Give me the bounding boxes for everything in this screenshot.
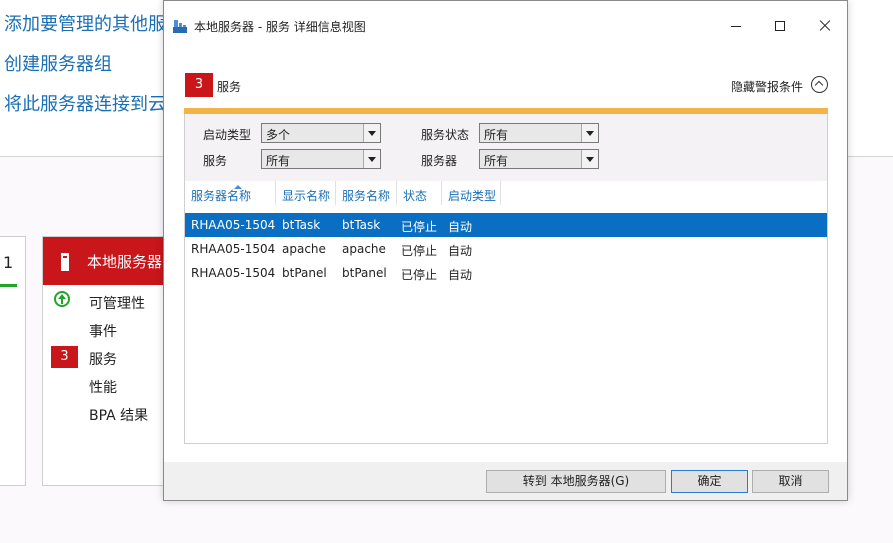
cell-startup-type: 自动	[448, 268, 473, 282]
table-row[interactable]: RHAA05-1504 apache apache 已停止 自动	[185, 237, 827, 261]
tile-number: 1	[3, 253, 14, 272]
column-separator[interactable]	[441, 181, 442, 205]
close-button[interactable]	[809, 11, 841, 41]
startup-type-label: 启动类型	[203, 128, 252, 142]
chevron-down-icon[interactable]	[363, 150, 380, 168]
cell-status: 已停止	[401, 268, 438, 282]
table-row[interactable]: RHAA05-1504 btTask btTask 已停止 自动	[185, 213, 827, 237]
server-manager-icon	[173, 20, 187, 33]
tile-item-services[interactable]: 服务	[89, 349, 117, 369]
cell-server-name: RHAA05-1504	[191, 266, 276, 280]
title-bar[interactable]: 本地服务器 - 服务 详细信息视图	[164, 1, 847, 53]
service-status-value: 所有	[484, 128, 509, 142]
create-server-group-link[interactable]: 创建服务器组	[4, 50, 112, 76]
dialog-footer: 转到 本地服务器(G) 确定 取消	[164, 462, 847, 500]
column-status[interactable]: 状态	[403, 187, 427, 204]
services-table: 服务器名称 显示名称 服务名称 状态 启动类型 RHAA05-1504 btTa…	[185, 181, 827, 444]
table-header: 服务器名称 显示名称 服务名称 状态 启动类型	[185, 181, 827, 209]
add-servers-link[interactable]: 添加要管理的其他服	[4, 10, 166, 36]
cell-display-name: btPanel	[282, 266, 327, 280]
goto-local-server-button[interactable]: 转到 本地服务器(G)	[486, 470, 666, 493]
service-label: 服务	[203, 154, 228, 168]
filter-criteria: 启动类型 多个 服务状态 所有 服务 所有 服务器 所有	[185, 114, 827, 182]
dialog-content: 3 服务 隐藏警报条件 启动类型 多个 服务状态 所有 服务 所有 服务器 所有…	[164, 53, 847, 462]
minimize-button[interactable]	[720, 11, 752, 41]
cell-status: 已停止	[401, 244, 438, 258]
cell-server-name: RHAA05-1504	[191, 242, 276, 256]
connect-to-cloud-link[interactable]: 将此服务器连接到云	[4, 90, 166, 116]
column-separator[interactable]	[500, 181, 501, 205]
local-server-tile[interactable]: 本地服务器 可管理性 事件 3 服务 性能 BPA 结果	[42, 236, 174, 486]
cancel-button[interactable]: 取消	[752, 470, 829, 493]
cell-service-name: btPanel	[342, 266, 387, 280]
services-detail-dialog: 本地服务器 - 服务 详细信息视图 3 服务 隐藏警报条件 启动类型 多个 服务…	[163, 0, 848, 501]
cell-display-name: btTask	[282, 218, 321, 232]
column-separator[interactable]	[335, 181, 336, 205]
column-display-name[interactable]: 显示名称	[282, 187, 330, 204]
tile-item-performance[interactable]: 性能	[89, 377, 117, 397]
service-status-label: 服务状态	[421, 128, 470, 142]
status-bar	[0, 284, 17, 287]
tile-item-events[interactable]: 事件	[89, 321, 117, 341]
server-label: 服务器	[421, 154, 458, 168]
service-status-select[interactable]: 所有	[479, 123, 599, 143]
section-title: 服务	[217, 80, 242, 94]
column-separator[interactable]	[396, 181, 397, 205]
window-title: 本地服务器 - 服务 详细信息视图	[194, 20, 366, 34]
column-server-name[interactable]: 服务器名称	[191, 185, 252, 204]
column-separator[interactable]	[275, 181, 276, 205]
startup-type-value: 多个	[266, 128, 291, 142]
startup-type-select[interactable]: 多个	[261, 123, 381, 143]
cell-startup-type: 自动	[448, 244, 473, 258]
hide-alert-criteria-link[interactable]: 隐藏警报条件	[731, 78, 803, 95]
manageability-ok-icon	[54, 291, 70, 307]
services-alert-count: 3	[185, 73, 213, 97]
maximize-button[interactable]	[764, 11, 796, 41]
service-value: 所有	[266, 154, 291, 168]
cell-server-name: RHAA05-1504	[191, 218, 276, 232]
table-row[interactable]: RHAA05-1504 btPanel btPanel 已停止 自动	[185, 261, 827, 285]
cell-status: 已停止	[401, 220, 438, 234]
server-select[interactable]: 所有	[479, 149, 599, 169]
cell-service-name: btTask	[342, 218, 381, 232]
cell-display-name: apache	[282, 242, 326, 256]
column-startup-type[interactable]: 启动类型	[448, 187, 496, 204]
chevron-down-icon[interactable]	[363, 124, 380, 142]
chevron-down-icon[interactable]	[581, 124, 598, 142]
roles-tile[interactable]: 1	[0, 236, 26, 486]
column-label: 服务器名称	[191, 189, 252, 203]
tile-header[interactable]: 本地服务器	[43, 237, 173, 285]
tile-title: 本地服务器	[87, 253, 163, 271]
ok-button[interactable]: 确定	[671, 470, 748, 493]
chevron-down-icon[interactable]	[581, 150, 598, 168]
chevron-up-icon[interactable]	[811, 76, 828, 93]
server-value: 所有	[484, 154, 509, 168]
server-icon	[61, 253, 69, 271]
cell-startup-type: 自动	[448, 220, 473, 234]
column-service-name[interactable]: 服务名称	[342, 187, 390, 204]
tile-item-manageability[interactable]: 可管理性	[89, 293, 145, 313]
services-count-badge: 3	[51, 346, 78, 368]
cell-service-name: apache	[342, 242, 386, 256]
tile-item-bpa-results[interactable]: BPA 结果	[89, 405, 148, 425]
service-select[interactable]: 所有	[261, 149, 381, 169]
services-panel: 启动类型 多个 服务状态 所有 服务 所有 服务器 所有 服务器名称 显示名称 …	[184, 114, 828, 444]
sort-ascending-icon	[234, 185, 242, 189]
